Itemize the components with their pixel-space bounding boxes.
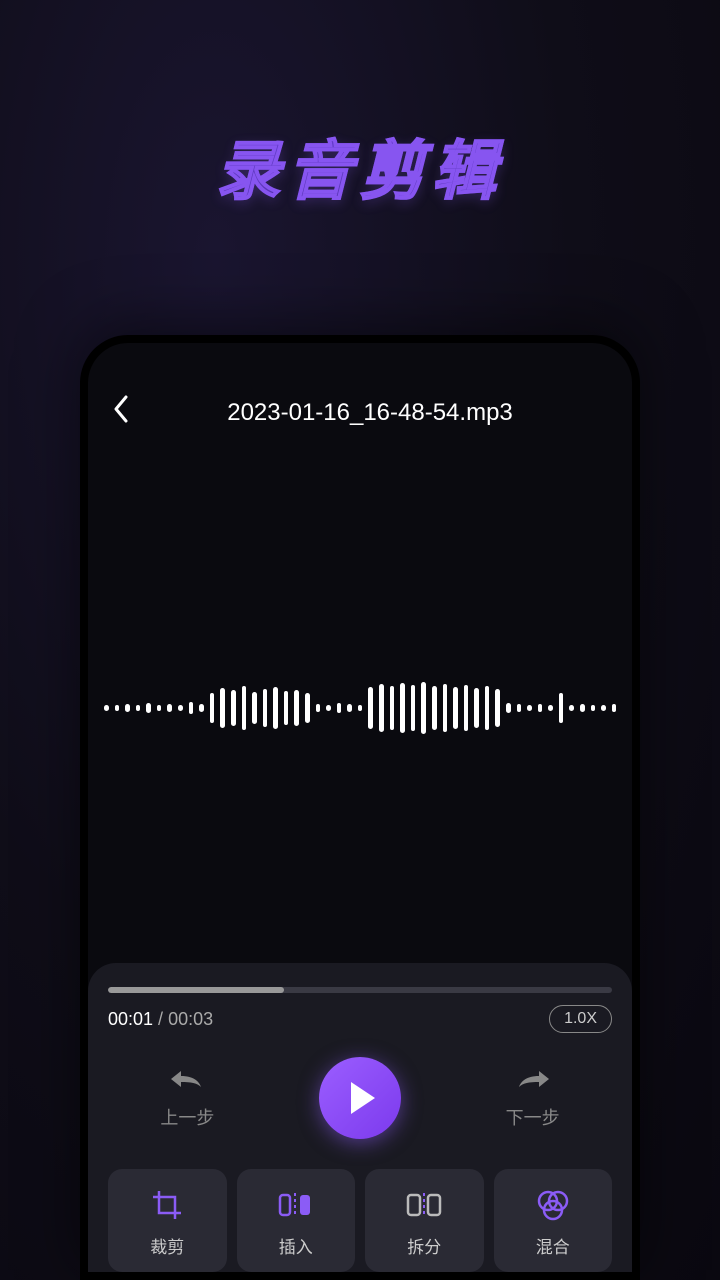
waveform-bar bbox=[538, 704, 543, 712]
waveform-bar bbox=[421, 682, 426, 734]
waveform-bar bbox=[612, 704, 617, 712]
waveform-bar bbox=[337, 703, 342, 713]
mix-button[interactable]: 混合 bbox=[494, 1169, 613, 1272]
file-title: 2023-01-16_16-48-54.mp3 bbox=[164, 399, 608, 427]
undo-label: 上一步 bbox=[160, 1104, 214, 1130]
waveform-bar bbox=[591, 705, 596, 711]
waveform-bar bbox=[464, 685, 469, 731]
mix-label: 混合 bbox=[536, 1233, 570, 1258]
undo-button[interactable]: 上一步 bbox=[160, 1066, 214, 1130]
waveform-bar bbox=[453, 687, 458, 729]
redo-button[interactable]: 下一步 bbox=[506, 1066, 560, 1130]
waveform-bar bbox=[474, 688, 479, 728]
progress-fill bbox=[108, 987, 284, 993]
waveform-bar bbox=[210, 693, 215, 723]
waveform bbox=[104, 668, 616, 748]
redo-icon bbox=[515, 1066, 551, 1098]
waveform-bar bbox=[146, 703, 151, 713]
waveform-bar bbox=[411, 685, 416, 731]
waveform-area[interactable] bbox=[88, 453, 632, 963]
split-label: 拆分 bbox=[407, 1233, 441, 1258]
waveform-bar bbox=[485, 686, 490, 730]
waveform-bar bbox=[326, 705, 331, 711]
waveform-bar bbox=[443, 684, 448, 732]
play-button[interactable] bbox=[319, 1057, 401, 1139]
insert-label: 插入 bbox=[279, 1233, 313, 1258]
mix-icon bbox=[535, 1187, 571, 1223]
waveform-bar bbox=[242, 686, 247, 730]
waveform-bar bbox=[104, 705, 109, 711]
waveform-bar bbox=[548, 705, 553, 711]
waveform-bar bbox=[167, 704, 172, 712]
waveform-bar bbox=[136, 705, 141, 711]
waveform-bar bbox=[178, 705, 183, 711]
total-time: 00:03 bbox=[168, 1009, 213, 1029]
waveform-bar bbox=[432, 686, 437, 730]
waveform-bar bbox=[517, 704, 522, 712]
waveform-bar bbox=[284, 691, 289, 725]
waveform-bar bbox=[390, 686, 395, 730]
waveform-bar bbox=[601, 705, 606, 711]
crop-label: 裁剪 bbox=[150, 1233, 184, 1258]
crop-button[interactable]: 裁剪 bbox=[108, 1169, 227, 1272]
waveform-bar bbox=[125, 704, 130, 712]
waveform-bar bbox=[220, 688, 225, 728]
app-title: 录音剪辑 bbox=[0, 0, 720, 212]
waveform-bar bbox=[199, 704, 204, 712]
waveform-bar bbox=[368, 687, 373, 729]
waveform-bar bbox=[347, 704, 352, 712]
waveform-bar bbox=[231, 690, 236, 726]
waveform-bar bbox=[559, 693, 564, 723]
waveform-bar bbox=[157, 705, 162, 711]
waveform-bar bbox=[115, 705, 120, 711]
speed-button[interactable]: 1.0X bbox=[549, 1005, 612, 1033]
waveform-bar bbox=[316, 704, 321, 712]
waveform-bar bbox=[400, 683, 405, 733]
current-time: 00:01 bbox=[108, 1009, 153, 1029]
waveform-bar bbox=[252, 692, 257, 724]
phone-screen: 2023-01-16_16-48-54.mp3 00:01 / 00:03 1.… bbox=[88, 343, 632, 1272]
phone-frame: 2023-01-16_16-48-54.mp3 00:01 / 00:03 1.… bbox=[80, 335, 640, 1280]
redo-label: 下一步 bbox=[506, 1104, 560, 1130]
insert-icon bbox=[278, 1187, 314, 1223]
waveform-bar bbox=[358, 705, 363, 711]
split-button[interactable]: 拆分 bbox=[365, 1169, 484, 1272]
header: 2023-01-16_16-48-54.mp3 bbox=[88, 343, 632, 453]
crop-icon bbox=[149, 1187, 185, 1223]
time-row: 00:01 / 00:03 1.0X bbox=[108, 1005, 612, 1033]
waveform-bar bbox=[569, 705, 574, 711]
waveform-bar bbox=[305, 693, 310, 723]
play-icon bbox=[351, 1082, 375, 1114]
waveform-bar bbox=[263, 689, 268, 727]
tools-row: 裁剪 插入 拆分 混合 bbox=[108, 1169, 612, 1272]
waveform-bar bbox=[379, 684, 384, 732]
waveform-bar bbox=[506, 703, 511, 713]
waveform-bar bbox=[189, 702, 194, 714]
insert-button[interactable]: 插入 bbox=[237, 1169, 356, 1272]
controls-panel: 00:01 / 00:03 1.0X 上一步 bbox=[88, 963, 632, 1272]
waveform-bar bbox=[527, 705, 532, 711]
waveform-bar bbox=[580, 704, 585, 712]
time-display: 00:01 / 00:03 bbox=[108, 1009, 213, 1030]
waveform-bar bbox=[495, 689, 500, 727]
back-icon[interactable] bbox=[112, 393, 144, 433]
split-icon bbox=[406, 1187, 442, 1223]
progress-bar[interactable] bbox=[108, 987, 612, 993]
waveform-bar bbox=[273, 687, 278, 729]
playback-row: 上一步 下一步 bbox=[108, 1057, 612, 1139]
undo-icon bbox=[169, 1066, 205, 1098]
waveform-bar bbox=[294, 690, 299, 726]
